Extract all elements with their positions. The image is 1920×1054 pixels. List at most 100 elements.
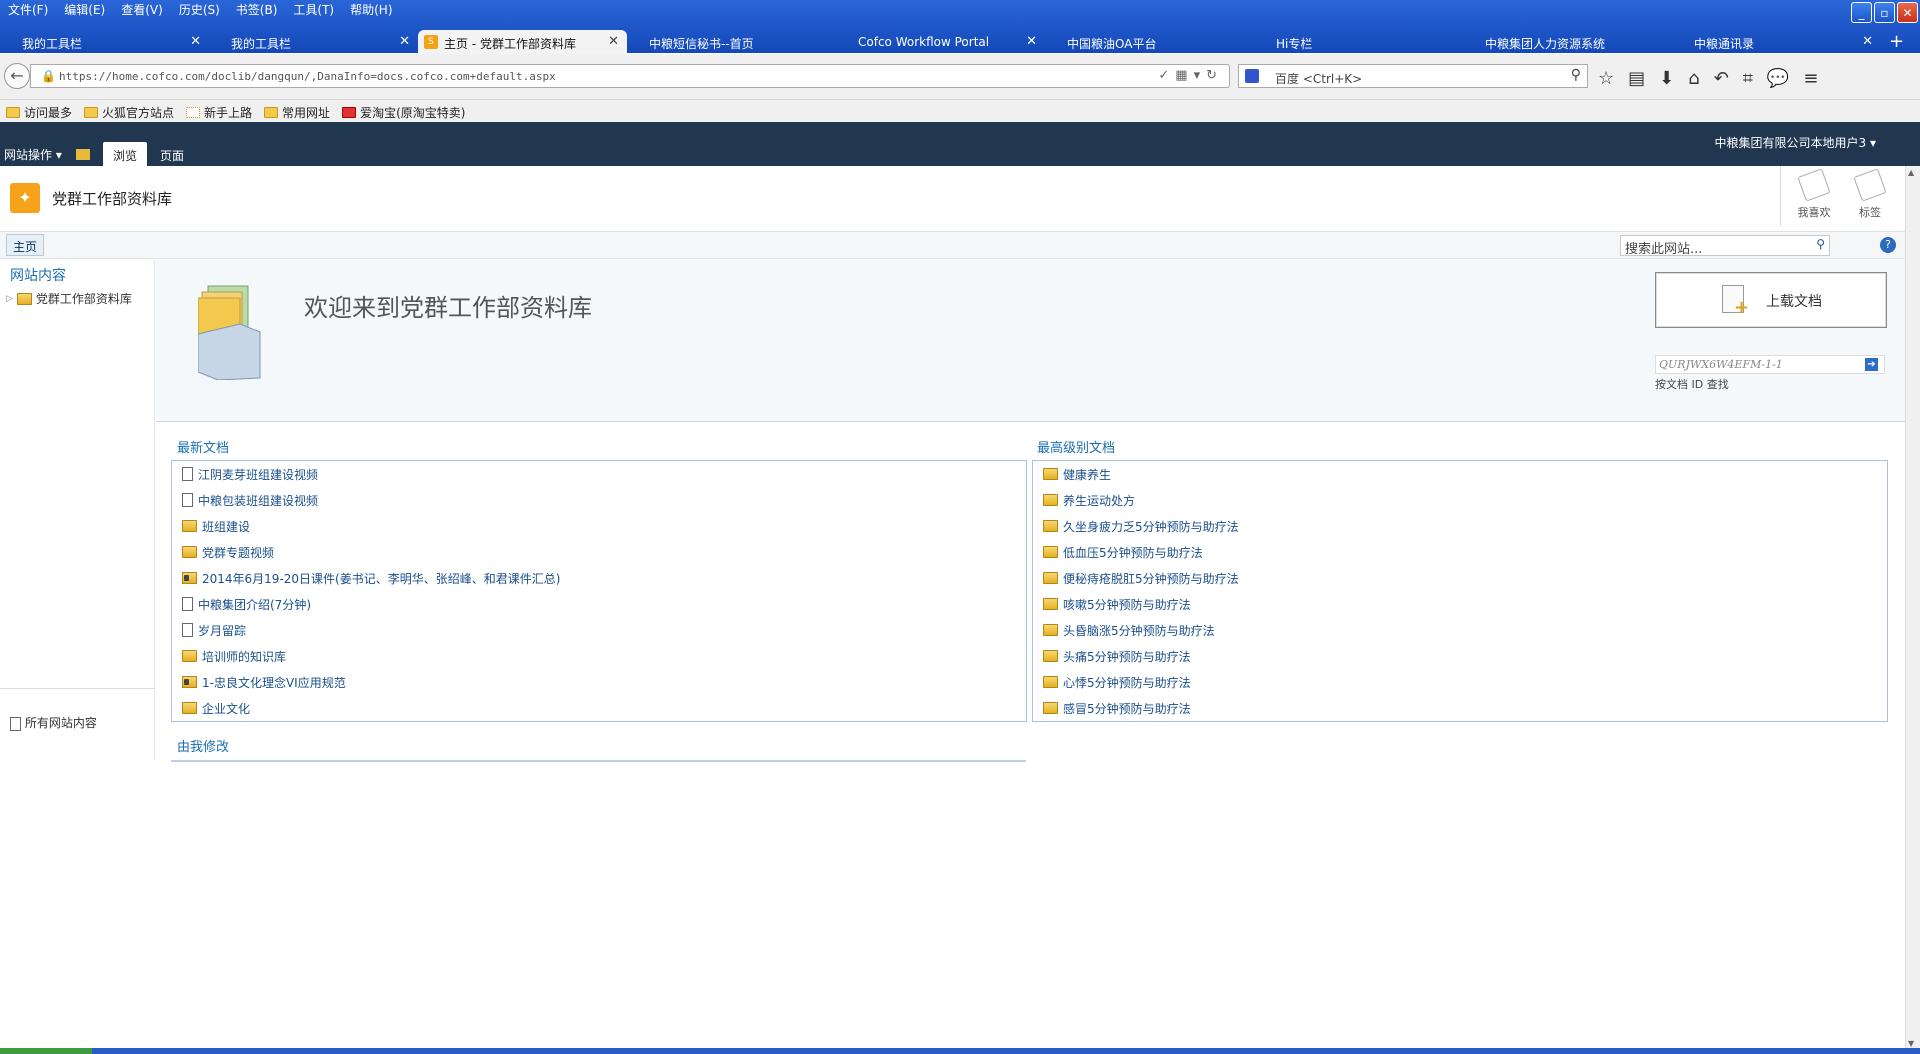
page-scrollbar[interactable]: ▲ ▼ [1905,166,1920,1052]
address-bar[interactable]: 🔒 https://home.cofco.com/doclib/dangqun/… [30,64,1230,88]
menu-edit[interactable]: 编辑(E) [56,0,113,18]
document-id-input[interactable]: QURJWX6W4EFM-1-1 ➔ [1655,355,1885,374]
bookmark-common-sites[interactable]: 常用网址 [264,103,330,122]
nav-item-label: 党群工作部资料库 [35,292,132,306]
list-item[interactable]: 久坐身疲力乏5分钟预防与助疗法 [1043,517,1239,535]
quick-launch: 网站内容 ▷ 党群工作部资料库 [0,260,155,760]
list-item[interactable]: 咳嗽5分钟预防与助疗法 [1043,595,1191,613]
tab-label: 中粮通讯录 [1694,37,1755,51]
expand-arrow-icon[interactable]: ▷ [6,294,13,304]
tab-close-icon[interactable]: ✕ [190,34,201,49]
bookmark-firefox-site[interactable]: 火狐官方站点 [84,103,174,122]
lock-icon: 🔒 [41,69,56,83]
bookmark-most-visited[interactable]: 访问最多 [6,103,72,122]
tags-notes-button[interactable]: 标签 [1840,168,1900,220]
list-item[interactable]: 头昏脑涨5分钟预防与助疗法 [1043,621,1215,639]
list-item[interactable]: 感冒5分钟预防与助疗法 [1043,699,1191,717]
scroll-down-icon[interactable]: ▼ [1908,1039,1914,1048]
reload-icon[interactable]: ✓▦▾↻ [1158,68,1223,83]
help-icon[interactable]: ? [1880,237,1896,253]
restore-button[interactable]: ▫ [1874,2,1895,23]
menu-tools[interactable]: 工具(T) [285,0,342,18]
go-arrow-icon[interactable]: ➔ [1865,358,1878,371]
tab-8[interactable]: 中粮通讯录 ✕ [1672,30,1881,54]
list-item[interactable]: 企业文化 [182,699,250,717]
all-site-content-link[interactable]: 所有网站内容 [10,714,97,731]
tab-2-active[interactable]: S 主页 - 党群工作部资料库 ✕ [418,30,627,54]
tab-0[interactable]: 我的工具栏 ✕ [0,30,209,54]
start-button[interactable] [0,1048,92,1054]
scroll-up-icon[interactable]: ▲ [1908,168,1914,177]
list-item[interactable]: 头痛5分钟预防与助疗法 [1043,647,1191,665]
hamburger-menu-icon[interactable]: ≡ [1803,68,1818,89]
download-icon[interactable]: ⬇ [1659,68,1674,89]
nav-home-tab[interactable]: 主页 [6,234,45,256]
user-menu[interactable]: 中粮集团有限公司本地用户3 ▾ [1715,134,1876,151]
ribbon-tab-page[interactable]: 页面 [150,142,194,166]
menu-bookmarks[interactable]: 书签(B) [228,0,286,18]
minimize-button[interactable]: _ [1851,2,1872,23]
ribbon-tab-browse[interactable]: 浏览 [103,142,148,166]
search-go-icon[interactable]: ⚲ [1816,237,1825,251]
item-label: 中粮包装班组建设视频 [198,493,319,508]
tab-6[interactable]: Hi专栏 [1254,30,1463,54]
nav-item-library[interactable]: ▷ 党群工作部资料库 [6,290,132,307]
list-item[interactable]: 党群专题视频 [182,543,274,561]
tab-4[interactable]: Cofco Workflow Portal ✕ [836,30,1045,54]
list-item[interactable]: 心悸5分钟预防与助疗法 [1043,673,1191,691]
tab-close-icon[interactable]: ✕ [608,34,619,49]
bookmark-aitaobao[interactable]: 爱淘宝(原淘宝特卖) [342,103,465,122]
navigate-up-icon[interactable] [76,149,90,160]
home-icon[interactable]: ⌂ [1688,68,1699,89]
modified-by-me-title[interactable]: 由我修改 [177,736,229,755]
list-item[interactable]: 江阴麦芽班组建设视频 [182,465,318,483]
i-like-it-button[interactable]: 我喜欢 [1784,168,1844,220]
list-item[interactable]: 中粮集团介绍(7分钟) [182,595,311,613]
tab-3[interactable]: 中粮短信秘书--首页 [627,30,836,54]
bookmark-getting-started[interactable]: 新手上路 [186,103,252,122]
bookmark-star-icon[interactable]: ☆ [1598,68,1614,89]
chat-icon[interactable]: 💬 [1767,68,1789,89]
site-logo-icon[interactable]: ✦ [10,183,40,213]
search-icon[interactable]: ⚲ [1571,67,1581,83]
tab-7[interactable]: 中粮集团人力资源系统 [1463,30,1672,54]
list-item[interactable]: 养生运动处方 [1043,491,1135,509]
list-item[interactable]: 班组建设 [182,517,250,535]
tab-close-icon[interactable]: ✕ [1026,34,1037,49]
recent-docs-title[interactable]: 最新文档 [177,437,229,456]
tab-close-icon[interactable]: ✕ [399,34,410,49]
close-window-button[interactable]: ✕ [1897,2,1918,23]
tab-label: 我的工具栏 [22,37,83,51]
tab-label: Cofco Workflow Portal [858,35,990,49]
reading-list-icon[interactable]: ▤ [1628,68,1645,89]
list-item[interactable]: 健康养生 [1043,465,1111,483]
list-item[interactable]: 中粮包装班组建设视频 [182,491,318,509]
list-item[interactable]: 便秘痔疮脱肛5分钟预防与助疗法 [1043,569,1239,587]
site-content-heading[interactable]: 网站内容 [10,265,66,285]
undo-icon[interactable]: ↶ [1714,68,1729,89]
list-item[interactable]: 培训师的知识库 [182,647,286,665]
menu-file[interactable]: 文件(F) [0,0,56,18]
site-search-input[interactable]: 搜索此网站... ⚲ [1620,235,1830,257]
list-item[interactable]: 1-忠良文化理念VI应用规范 [182,673,346,691]
search-engine-icon[interactable] [1245,69,1259,83]
menu-help[interactable]: 帮助(H) [342,0,400,18]
tab-5[interactable]: 中国粮油OA平台 [1045,30,1254,54]
menu-history[interactable]: 历史(S) [171,0,228,18]
search-engine-box[interactable]: 百度 <Ctrl+K> ⚲ [1238,64,1588,88]
item-label: 企业文化 [202,701,251,716]
top-docs-title[interactable]: 最高级别文档 [1037,437,1115,456]
new-tab-button[interactable]: + [1881,30,1911,54]
list-item[interactable]: 岁月留踪 [182,621,246,639]
list-item[interactable]: 2014年6月19-20日课件(姜书记、李明华、张绍峰、和君课件汇总) [182,569,560,587]
tab-1[interactable]: 我的工具栏 ✕ [209,30,418,54]
tab-close-icon[interactable]: ✕ [1862,34,1873,49]
site-title[interactable]: 党群工作部资料库 [52,188,172,209]
site-actions-menu[interactable]: 网站操作 ▾ [4,146,62,163]
back-button[interactable]: ← [4,63,30,89]
tab-strip: 我的工具栏 ✕ 我的工具栏 ✕ S 主页 - 党群工作部资料库 ✕ 中粮短信秘书--首页… [0,30,1920,54]
upload-document-button[interactable]: + 上载文档 [1655,272,1887,328]
list-item[interactable]: 低血压5分钟预防与助疗法 [1043,543,1203,561]
menu-view[interactable]: 查看(V) [113,0,171,18]
crop-icon[interactable]: ⌗ [1743,68,1753,89]
